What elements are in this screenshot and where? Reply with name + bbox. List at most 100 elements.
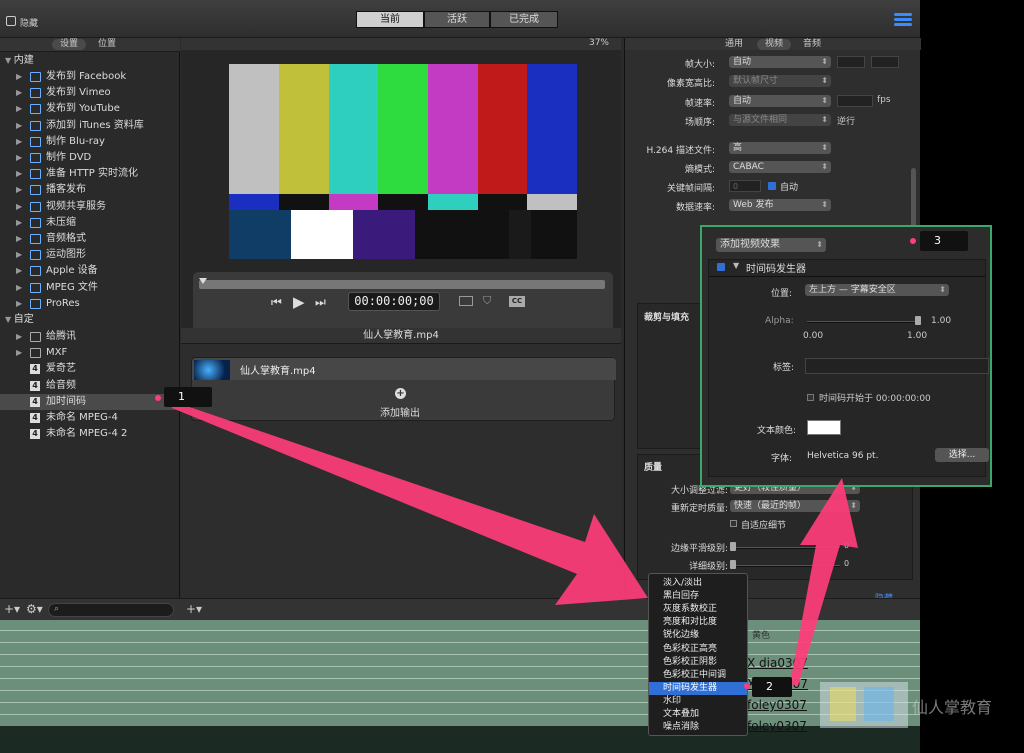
sidebar-item-builtin[interactable]: ▶ 发布到 Facebook (0, 69, 180, 85)
tab-general[interactable]: 通用 (717, 39, 751, 50)
effect-disclosure-icon[interactable]: ▼ (733, 261, 739, 270)
choose-font-button[interactable]: 选择... (935, 448, 989, 462)
detail-knob[interactable] (730, 560, 736, 569)
add-video-effect-dropdown[interactable]: 添加视频效果 (716, 238, 826, 252)
inspector-row-dropdown[interactable]: 默认帧尺寸 (729, 75, 831, 87)
disclosure-icon[interactable]: ▶ (16, 215, 22, 231)
tab-current[interactable]: 当前 (356, 11, 424, 28)
sidebar-item-builtin[interactable]: ▶ 视频共享服务 (0, 199, 180, 215)
tab-locations[interactable]: 位置 (90, 39, 124, 50)
sidebar-item-builtin[interactable]: ▶ 准备 HTTP 实时流化 (0, 166, 180, 182)
effects-menu-item[interactable]: 文本叠加 (649, 708, 747, 721)
disclosure-icon[interactable]: ▶ (16, 345, 22, 361)
antialias-slider[interactable] (730, 547, 840, 549)
disclosure-icon[interactable]: ▶ (16, 247, 22, 263)
tag-input[interactable] (805, 358, 989, 374)
inspector-row-dropdown[interactable]: CABAC (729, 161, 831, 173)
sidebar-item-builtin[interactable]: ▶ 制作 DVD (0, 150, 180, 166)
quality-section-title[interactable]: 质量 (644, 460, 662, 473)
add-job-icon[interactable]: +▾ (186, 602, 202, 616)
effects-menu-item[interactable]: 淡入/淡出 (649, 577, 747, 590)
add-output-label[interactable]: 添加输出 (380, 404, 420, 419)
disclosure-icon[interactable]: ▶ (16, 134, 22, 150)
disclosure-icon[interactable]: ▶ (16, 69, 22, 85)
previous-frame-icon[interactable]: ⏮ (271, 295, 282, 310)
inspector-row-field[interactable] (871, 56, 899, 68)
effects-menu-item[interactable]: 时间码发生器 (649, 681, 747, 695)
sidebar-item-builtin[interactable]: ▶ Apple 设备 (0, 263, 180, 279)
sidebar-item-builtin[interactable]: ▶ 播客发布 (0, 182, 180, 198)
tab-completed[interactable]: 已完成 (490, 11, 558, 28)
effects-menu-item[interactable]: 水印 (649, 695, 747, 708)
tab-active[interactable]: 活跃 (424, 11, 490, 28)
detail-slider[interactable] (730, 565, 840, 567)
add-output-icon[interactable]: + (395, 388, 406, 399)
sidebar-item-custom[interactable]: ▶ 给腾讯 (0, 329, 180, 345)
group-builtin[interactable]: ▼ 内建 (5, 54, 34, 68)
disclosure-icon[interactable]: ▶ (16, 329, 22, 345)
tab-video[interactable]: 视频 (757, 39, 792, 50)
inspector-row-dropdown[interactable]: Web 发布 (729, 199, 831, 211)
effects-menu-item[interactable]: 亮度和对比度 (649, 616, 747, 629)
disclosure-icon[interactable]: ▶ (16, 118, 22, 134)
disclosure-icon[interactable]: ▶ (16, 182, 22, 198)
effects-menu-item[interactable]: 色彩校正阴影 (649, 656, 747, 669)
auto-keyframe-checkbox[interactable] (768, 182, 776, 190)
group-custom[interactable]: ▼ 自定 (5, 313, 34, 327)
sidebar-item-builtin[interactable]: ▶ MPEG 文件 (0, 280, 180, 296)
add-setting-icon[interactable]: +▾ (4, 602, 20, 616)
search-input[interactable]: ⌕ (48, 603, 174, 617)
job-card[interactable]: 仙人掌教育.mp4 + 添加输出 (191, 357, 616, 421)
sidebar-item-custom[interactable]: 4 未命名 MPEG-4 2 (0, 426, 180, 442)
timeline-clip[interactable]: foley0307 (747, 698, 807, 712)
effects-menu-item[interactable]: 锐化边缘 (649, 629, 747, 642)
view-icon[interactable] (459, 296, 473, 306)
crop-section-title[interactable]: 裁剪与填充 (644, 310, 689, 323)
inspector-row-dropdown[interactable]: 自动 (729, 56, 831, 68)
play-icon[interactable]: ▶ (293, 293, 305, 311)
sidebar-item-builtin[interactable]: ▶ 添加到 iTunes 资料库 (0, 118, 180, 134)
disclosure-icon[interactable]: ▶ (16, 150, 22, 166)
inspector-toggle-icon[interactable] (894, 11, 912, 27)
sidebar-item-builtin[interactable]: ▶ 音频格式 (0, 231, 180, 247)
effects-menu-item[interactable]: 灰度系数校正 (649, 603, 747, 616)
scrubber[interactable]: ⏮ ▶ ⏭ 00:00:00;00 ⛉ CC (193, 272, 613, 332)
inspector-row-dropdown[interactable]: 高 (729, 142, 831, 154)
effects-menu-item[interactable]: 色彩校正中间调 (649, 669, 747, 682)
alpha-slider[interactable] (807, 321, 919, 323)
disclosure-icon[interactable]: ▶ (16, 231, 22, 247)
zoom-level[interactable]: 37% (589, 38, 609, 48)
adaptive-checkbox[interactable] (730, 520, 737, 527)
inspector-row-dropdown[interactable]: 与源文件相同 (729, 114, 831, 126)
tab-audio[interactable]: 音频 (795, 39, 829, 50)
hide-icon[interactable] (6, 16, 16, 26)
timeline-clip[interactable]: X dia0307 (747, 656, 808, 670)
disclosure-icon[interactable]: ▶ (16, 166, 22, 182)
disclosure-icon[interactable]: ▶ (16, 101, 22, 117)
sidebar-item-custom[interactable]: 4 给音频 (0, 378, 180, 394)
hide-label[interactable]: 隐藏 (20, 16, 38, 29)
alpha-knob[interactable] (915, 316, 921, 325)
sidebar-item-builtin[interactable]: ▶ 发布到 Vimeo (0, 85, 180, 101)
inspector-row-dropdown[interactable]: 自动 (729, 95, 831, 107)
text-color-swatch[interactable] (807, 420, 841, 435)
sidebar-item-builtin[interactable]: ▶ 发布到 YouTube (0, 101, 180, 117)
timecode-start-checkbox[interactable] (807, 394, 814, 401)
keyframe-interval-input[interactable]: 0 (729, 180, 761, 192)
disclosure-icon[interactable]: ▶ (16, 280, 22, 296)
retime-quality-dropdown[interactable]: 快速（最近的帧） (730, 500, 860, 512)
closed-caption-icon[interactable]: CC (509, 296, 525, 307)
position-dropdown[interactable]: 左上方 — 字幕安全区 (805, 284, 949, 296)
inspector-row-field[interactable] (837, 95, 873, 107)
antialias-knob[interactable] (730, 542, 736, 551)
sidebar-item-builtin[interactable]: ▶ ProRes (0, 296, 180, 312)
sidebar-item-custom[interactable]: 4 加时间码 (0, 393, 180, 410)
timeline-clip[interactable]: foley0307 (747, 719, 807, 733)
gear-icon[interactable]: ⚙▾ (26, 602, 43, 616)
effects-menu-item[interactable]: 色彩校正高亮 (649, 643, 747, 656)
sidebar-item-custom[interactable]: 4 未命名 MPEG-4 (0, 410, 180, 426)
sidebar-item-custom[interactable]: 4 爱奇艺 (0, 361, 180, 377)
sidebar-item-builtin[interactable]: ▶ 运动图形 (0, 247, 180, 263)
disclosure-icon[interactable]: ▶ (16, 263, 22, 279)
effects-menu-item[interactable]: 黑白回存 (649, 590, 747, 603)
